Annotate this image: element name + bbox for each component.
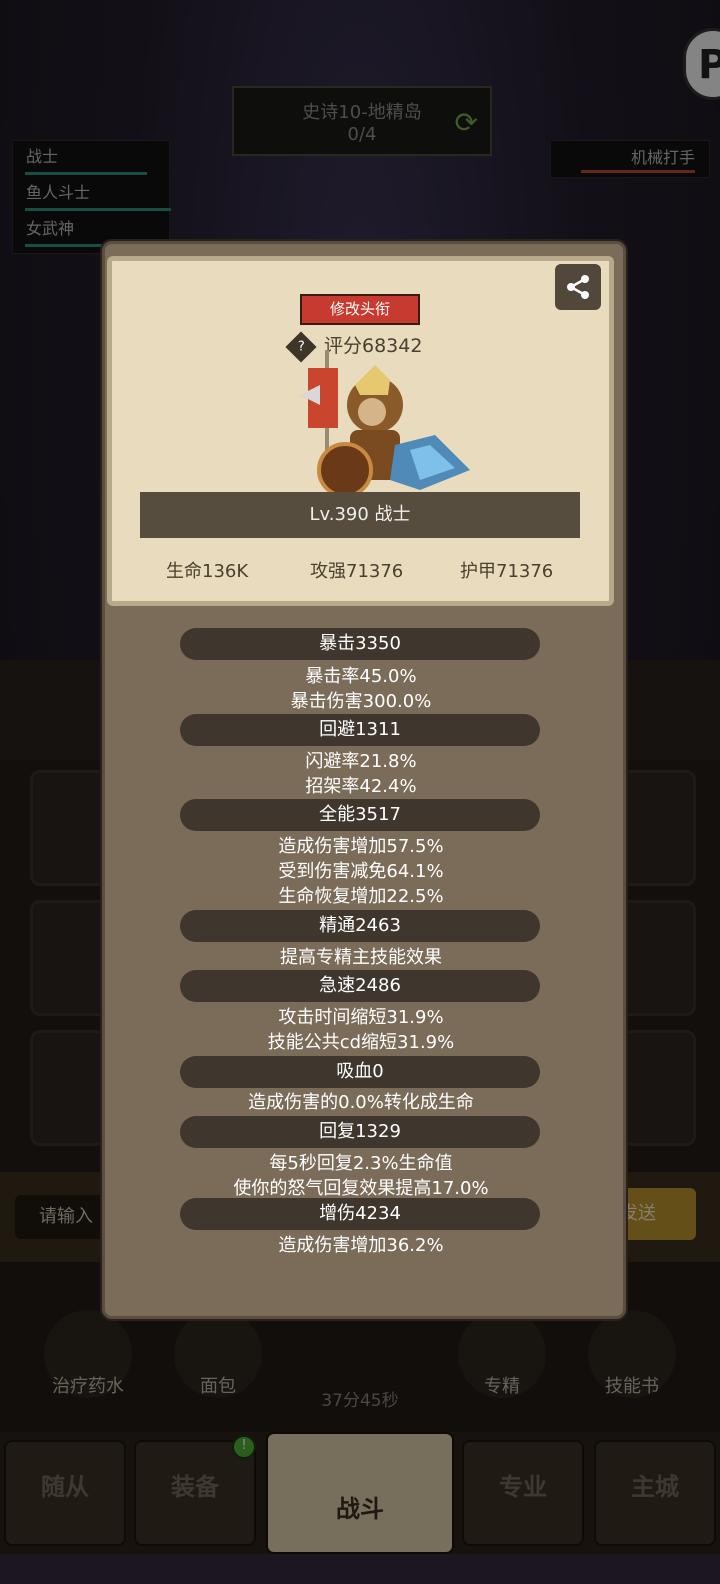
- versatility-header: 全能3517: [180, 799, 540, 831]
- stat-line: 招架率42.4%: [305, 776, 417, 797]
- damage-bonus-header: 增伤4234: [180, 1198, 540, 1230]
- stat-line: 闪避率21.8%: [305, 751, 417, 772]
- stat-armor: 护甲71376: [460, 561, 554, 582]
- stat-line: 使你的怒气回复效果提高17.0%: [233, 1178, 489, 1199]
- stat-line: 每5秒回复2.3%生命值: [269, 1153, 453, 1174]
- crit-header: 暴击3350: [180, 628, 540, 660]
- level-class-bar: Lv.390 战士: [140, 492, 580, 538]
- share-button[interactable]: [555, 264, 601, 310]
- mastery-header: 精通2463: [180, 910, 540, 942]
- stat-line: 暴击率45.0%: [305, 666, 417, 687]
- share-icon: [567, 275, 589, 299]
- haste-header: 急速2486: [180, 970, 540, 1002]
- stat-line: 生命恢复增加22.5%: [278, 886, 444, 907]
- recovery-header: 回复1329: [180, 1116, 540, 1148]
- stat-line: 提高专精主技能效果: [280, 947, 442, 968]
- warrior-avatar: [300, 350, 470, 498]
- stat-line: 攻击时间缩短31.9%: [278, 1007, 444, 1028]
- stat-attack: 攻强71376: [310, 561, 404, 582]
- stat-line: 造成伤害增加57.5%: [278, 836, 444, 857]
- stat-line: 暴击伤害300.0%: [290, 691, 432, 712]
- edit-title-button[interactable]: 修改头衔: [300, 294, 420, 325]
- stat-line: 造成伤害增加36.2%: [278, 1235, 444, 1256]
- evasion-header: 回避1311: [180, 714, 540, 746]
- stat-line: 受到伤害减免64.1%: [278, 861, 444, 882]
- stat-hp: 生命136K: [166, 561, 249, 582]
- lifesteal-header: 吸血0: [180, 1056, 540, 1088]
- stat-line: 技能公共cd缩短31.9%: [267, 1032, 455, 1053]
- stat-line: 造成伤害的0.0%转化成生命: [248, 1092, 474, 1113]
